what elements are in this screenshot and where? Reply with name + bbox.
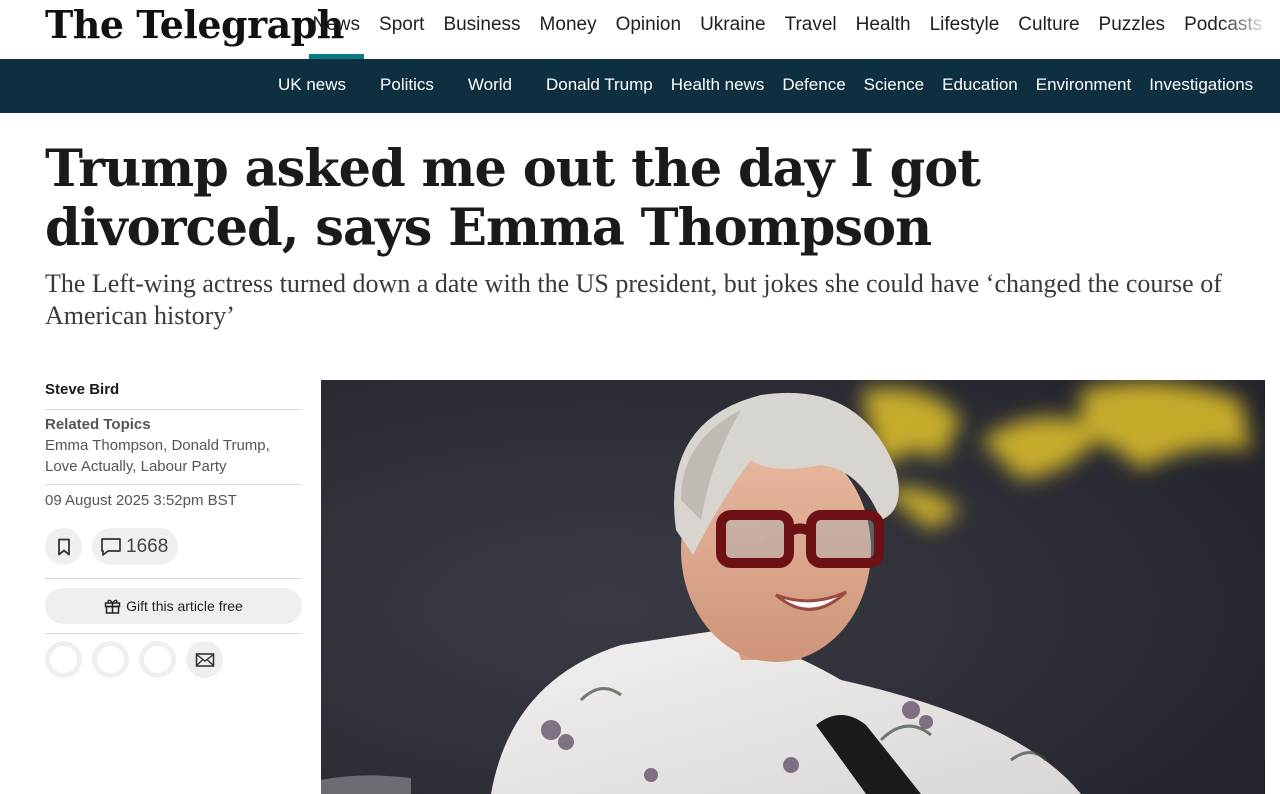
- subnav-defence[interactable]: Defence: [782, 59, 845, 113]
- nav-business[interactable]: Business: [434, 0, 530, 59]
- comments-button[interactable]: 1668: [92, 528, 179, 565]
- subnav-environment[interactable]: Environment: [1036, 59, 1131, 113]
- nav-culture[interactable]: Culture: [1009, 0, 1089, 59]
- sidebar-divider: [45, 633, 302, 634]
- article-meta-sidebar: Steve Bird Related Topics Emma Thompson,…: [45, 378, 302, 678]
- share-email-button[interactable]: [186, 641, 223, 678]
- subnav-world[interactable]: World: [468, 59, 512, 113]
- nav-opinion[interactable]: Opinion: [606, 0, 691, 59]
- nav-travel[interactable]: Travel: [775, 0, 846, 59]
- hero-photo: [321, 380, 1265, 794]
- nav-lifestyle[interactable]: Lifestyle: [920, 0, 1009, 59]
- bookmark-icon: [57, 538, 70, 555]
- share-x-button[interactable]: [92, 641, 129, 678]
- subnav-education[interactable]: Education: [942, 59, 1018, 113]
- article-actions: 1668: [45, 528, 302, 579]
- telegraph-logo[interactable]: The Telegraph: [45, 3, 344, 47]
- share-placeholder-icon: [144, 646, 171, 673]
- subnav-uk-news[interactable]: UK news: [278, 59, 346, 113]
- author-name[interactable]: Steve Bird: [45, 378, 302, 410]
- gift-icon: [104, 599, 121, 614]
- article-standfirst: The Left-wing actress turned down a date…: [45, 269, 1222, 330]
- nav-sport[interactable]: Sport: [370, 0, 434, 59]
- gift-label: Gift this article free: [126, 598, 243, 614]
- publish-date: 09 August 2025 3:52pm BST: [45, 492, 237, 509]
- share-facebook-button[interactable]: [45, 641, 82, 678]
- article-headline: Trump asked me out the day I got divorce…: [45, 139, 981, 258]
- nav-puzzles[interactable]: Puzzles: [1089, 0, 1175, 59]
- related-topics-title: Related Topics: [45, 416, 151, 433]
- nav-news[interactable]: News: [303, 0, 370, 59]
- subnav-investigations[interactable]: Investigations: [1149, 59, 1253, 113]
- subnav-donald-trump[interactable]: Donald Trump: [546, 59, 653, 113]
- gift-article-button[interactable]: Gift this article free: [45, 588, 302, 624]
- nav-ukraine[interactable]: Ukraine: [691, 0, 775, 59]
- share-buttons: [45, 641, 302, 678]
- nav-fade: [1220, 0, 1280, 59]
- bookmark-button[interactable]: [45, 528, 82, 565]
- article-hero-image[interactable]: [321, 380, 1265, 794]
- sub-navigation: UK news Politics World Donald Trump Heal…: [0, 59, 1280, 113]
- related-topics-list[interactable]: Emma Thompson, Donald Trump, Love Actual…: [45, 435, 302, 477]
- comment-icon: [101, 537, 121, 556]
- sub-nav: UK news Politics World Donald Trump Heal…: [278, 59, 1271, 113]
- share-whatsapp-button[interactable]: [139, 641, 176, 678]
- subnav-politics[interactable]: Politics: [380, 59, 434, 113]
- email-icon: [195, 652, 214, 667]
- subnav-science[interactable]: Science: [864, 59, 924, 113]
- nav-money[interactable]: Money: [530, 0, 606, 59]
- subnav-health-news[interactable]: Health news: [671, 59, 765, 113]
- main-nav: News Sport Business Money Opinion Ukrain…: [303, 0, 1272, 59]
- comment-count: 1668: [126, 535, 169, 557]
- share-placeholder-icon: [97, 646, 124, 673]
- related-topics: Related Topics Emma Thompson, Donald Tru…: [45, 410, 302, 485]
- nav-health[interactable]: Health: [846, 0, 920, 59]
- share-placeholder-icon: [50, 646, 77, 673]
- top-navigation: The Telegraph News Sport Business Money …: [0, 0, 1280, 59]
